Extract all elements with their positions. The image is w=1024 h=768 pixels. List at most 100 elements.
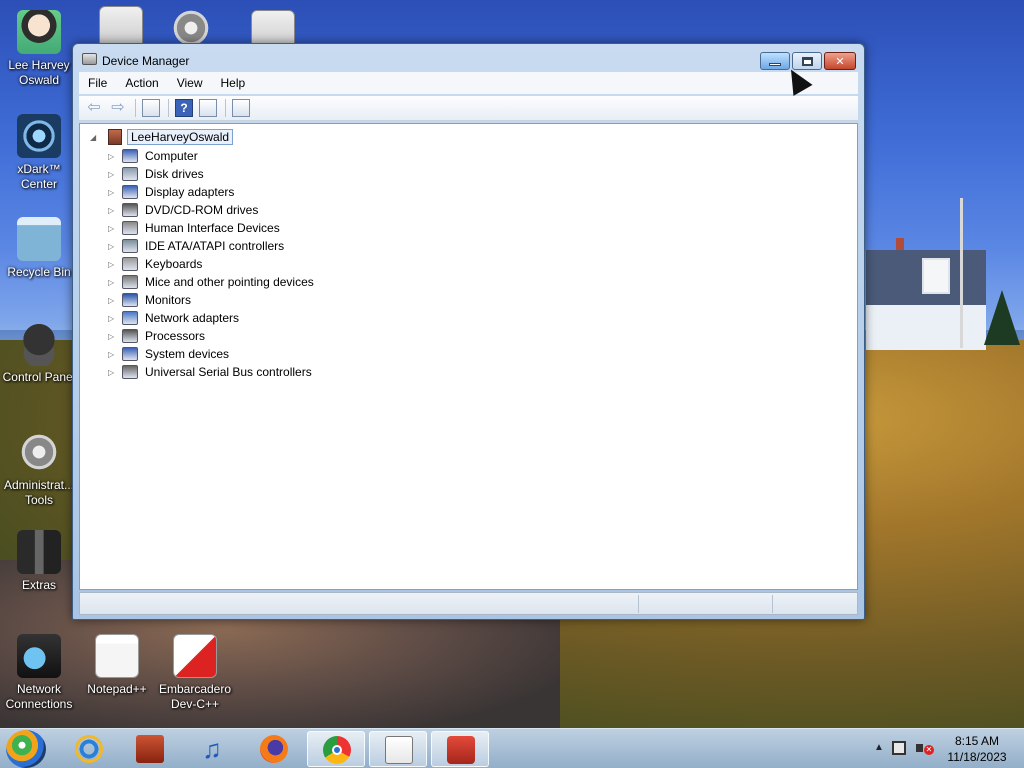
user-avatar-icon	[17, 10, 61, 54]
tree-item[interactable]: ▷ IDE ATA/ATAPI controllers	[108, 237, 284, 255]
tree-item[interactable]: ▷ Display adapters	[108, 183, 234, 201]
help-icon[interactable]: ?	[175, 99, 193, 117]
tree-root[interactable]: ◢ LeeHarveyOswald	[90, 129, 234, 145]
desktop-icon-admin-tools[interactable]: Administrat... Tools	[0, 430, 78, 508]
device-manager-window[interactable]: Device Manager ✕ File Action View Help ⇦…	[72, 43, 865, 620]
tree-item-label: Display adapters	[145, 185, 235, 199]
desktop-icon-label: xDark™ Center	[17, 162, 61, 191]
desktop-icon-control-panel[interactable]: Control Panel	[0, 322, 78, 385]
title-bar[interactable]: Device Manager ✕	[73, 44, 864, 74]
expand-triangle-icon[interactable]: ▷	[108, 170, 118, 179]
desktop-icon-label: Administrat... Tools	[3, 478, 75, 507]
tree-item-label: Monitors	[145, 293, 192, 307]
hid-icon	[122, 221, 138, 235]
device-tree-pane[interactable]: ◢ LeeHarveyOswald ▷ Computer ▷ Disk drives ▷…	[79, 123, 858, 590]
tree-item[interactable]: ▷ Universal Serial Bus controllers	[108, 363, 312, 381]
tree-item[interactable]: ▷ Disk drives	[108, 165, 204, 183]
expand-triangle-icon[interactable]: ▷	[108, 350, 118, 359]
expand-triangle-icon[interactable]: ▷	[108, 296, 118, 305]
menu-view[interactable]: View	[168, 72, 212, 94]
status-cell	[772, 595, 773, 613]
desktop-icon-extras[interactable]: Extras	[0, 530, 78, 593]
tree-item[interactable]: ▷ DVD/CD-ROM drives	[108, 201, 258, 219]
tree-item[interactable]: ▷ Mice and other pointing devices	[108, 273, 314, 291]
clock[interactable]: 8:15 AM 11/18/2023	[942, 733, 1012, 765]
toolbox-icon	[447, 736, 475, 764]
back-arrow-icon[interactable]: ⇦	[85, 99, 103, 117]
device-manager-icon	[82, 53, 97, 65]
taskbar-firefox[interactable]	[245, 731, 303, 767]
wallpaper-flagpole	[960, 198, 963, 348]
ide-controller-icon	[122, 239, 138, 253]
tree-item-label: IDE ATA/ATAPI controllers	[145, 239, 285, 253]
desktop-icon-notepad[interactable]: Notepad++	[78, 634, 156, 697]
tree-item-label: Network adapters	[145, 311, 240, 325]
taskbar-music-player[interactable]: ♫	[183, 731, 241, 767]
desktop-icon-label: Control Panel	[2, 370, 76, 384]
mouse-icon	[122, 275, 138, 289]
firefox-icon	[260, 735, 288, 763]
show-hide-console-tree-icon[interactable]	[142, 99, 160, 117]
expand-triangle-icon[interactable]: ▷	[108, 278, 118, 287]
minimize-button[interactable]	[760, 52, 790, 70]
usb-icon	[122, 365, 138, 379]
show-hidden-icons-icon[interactable]: ▲	[874, 742, 884, 753]
taskbar-chrome[interactable]	[307, 731, 365, 767]
expand-triangle-icon[interactable]: ▷	[108, 206, 118, 215]
music-player-icon: ♫	[202, 734, 222, 764]
taskbar-internet-explorer[interactable]	[60, 731, 118, 767]
network-status-icon[interactable]	[892, 741, 906, 755]
expand-triangle-icon[interactable]: ▷	[108, 332, 118, 341]
volume-muted-icon[interactable]: ✕	[916, 741, 934, 755]
expand-triangle-icon[interactable]: ▷	[108, 188, 118, 197]
taskbar-device-manager[interactable]	[431, 731, 489, 767]
archive-icon	[136, 735, 164, 763]
taskbar-notepad-plus-plus[interactable]	[369, 731, 427, 767]
tree-item[interactable]: ▷ Processors	[108, 327, 205, 345]
expand-triangle-icon[interactable]: ▷	[108, 314, 118, 323]
expand-triangle-icon[interactable]: ▷	[108, 242, 118, 251]
wallpaper-tree	[984, 290, 1020, 345]
tree-item[interactable]: ▷ System devices	[108, 345, 229, 363]
desktop-icon-user[interactable]: Lee Harvey Oswald	[0, 10, 78, 88]
expand-triangle-icon[interactable]: ▷	[108, 152, 118, 161]
internet-explorer-icon	[75, 735, 103, 763]
recycle-bin-icon	[17, 217, 61, 261]
desktop-icon-label: Embarcadero Dev-C++	[158, 682, 232, 711]
tree-root-label: LeeHarveyOswald	[127, 129, 234, 145]
network-adapter-icon	[122, 311, 138, 325]
expand-triangle-icon[interactable]: ▷	[108, 224, 118, 233]
show-hide-action-pane-icon[interactable]	[199, 99, 217, 117]
tree-item[interactable]: ▷ Computer	[108, 147, 198, 165]
processor-icon	[122, 329, 138, 343]
tree-item-label: Universal Serial Bus controllers	[145, 365, 312, 379]
collapse-triangle-icon[interactable]: ◢	[90, 133, 100, 142]
expand-triangle-icon[interactable]: ▷	[108, 368, 118, 377]
tree-item[interactable]: ▷ Monitors	[108, 291, 191, 309]
desktop-icon-network[interactable]: Network Connections	[0, 634, 78, 712]
tree-item[interactable]: ▷ Network adapters	[108, 309, 239, 327]
taskbar-archive[interactable]	[121, 731, 179, 767]
desktop-icon-xdark[interactable]: xDark™ Center	[0, 114, 78, 192]
toolbar-separator	[168, 99, 169, 117]
clock-time: 8:15 AM	[954, 734, 1000, 748]
start-button[interactable]	[6, 730, 46, 768]
disk-drive-icon	[122, 167, 138, 181]
system-devices-icon	[122, 347, 138, 361]
notepad-plus-plus-icon	[385, 736, 413, 764]
close-button[interactable]: ✕	[824, 52, 856, 70]
tree-item-label: Computer	[145, 149, 198, 163]
menu-action[interactable]: Action	[116, 72, 167, 94]
forward-arrow-icon[interactable]: ⇨	[109, 99, 127, 117]
tree-item[interactable]: ▷ Human Interface Devices	[108, 219, 280, 237]
desktop-icon-devcpp[interactable]: Embarcadero Dev-C++	[156, 634, 234, 712]
maximize-icon	[801, 56, 813, 66]
tree-item[interactable]: ▷ Keyboards	[108, 255, 202, 273]
dev-cpp-icon	[173, 634, 217, 678]
menu-help[interactable]: Help	[212, 72, 255, 94]
toolbar: ⇦ ⇨ ?	[79, 96, 858, 121]
menu-file[interactable]: File	[79, 72, 116, 94]
desktop-icon-recycle-bin[interactable]: Recycle Bin	[0, 217, 78, 280]
scan-hardware-changes-icon[interactable]	[232, 99, 250, 117]
expand-triangle-icon[interactable]: ▷	[108, 260, 118, 269]
